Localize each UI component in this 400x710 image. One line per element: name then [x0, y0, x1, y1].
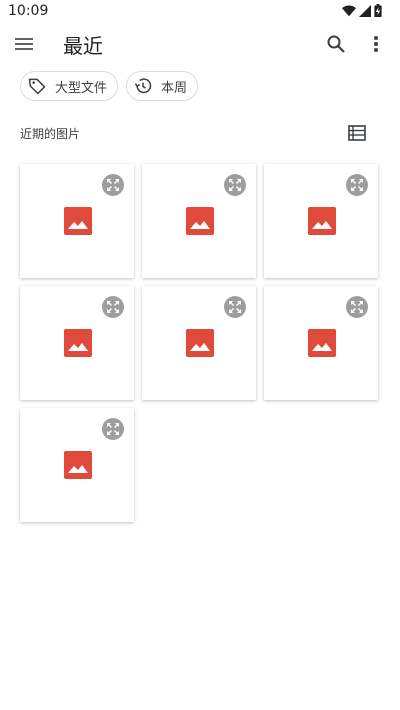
image-icon [186, 207, 214, 235]
image-icon [64, 451, 92, 479]
image-tile[interactable] [20, 286, 134, 400]
status-icons [342, 4, 382, 17]
chip-large-files[interactable]: 大型文件 [20, 71, 119, 101]
expand-icon[interactable] [346, 296, 368, 318]
image-icon [308, 207, 336, 235]
search-icon[interactable] [324, 32, 348, 56]
chip-this-week[interactable]: 本周 [126, 71, 199, 101]
expand-icon[interactable] [224, 174, 246, 196]
section-header: 近期的图片 [20, 120, 380, 144]
expand-icon[interactable] [346, 174, 368, 196]
status-time: 10:09 [8, 3, 49, 19]
image-icon [186, 329, 214, 357]
filter-chips: 大型文件 本周 [20, 71, 199, 101]
image-tile[interactable] [264, 286, 378, 400]
image-tile[interactable] [142, 286, 256, 400]
chip-label: 本周 [161, 80, 188, 96]
more-options-icon[interactable] [364, 32, 388, 56]
image-icon [308, 329, 336, 357]
app-bar: 最近 [0, 24, 400, 64]
image-icon [64, 329, 92, 357]
image-tile[interactable] [20, 408, 134, 522]
label-icon [28, 78, 46, 95]
signal-icon [359, 4, 371, 17]
battery-icon [374, 4, 382, 17]
wifi-icon [342, 4, 356, 16]
image-tile[interactable] [142, 164, 256, 278]
expand-icon[interactable] [102, 296, 124, 318]
page-title: 最近 [63, 34, 103, 58]
expand-icon[interactable] [102, 418, 124, 440]
list-view-icon[interactable] [348, 124, 366, 142]
image-icon [64, 207, 92, 235]
image-tile[interactable] [20, 164, 134, 278]
history-icon [134, 78, 152, 94]
menu-icon[interactable] [12, 32, 36, 56]
expand-icon[interactable] [102, 174, 124, 196]
status-bar: 10:09 [0, 0, 400, 24]
expand-icon[interactable] [224, 296, 246, 318]
image-tile[interactable] [264, 164, 378, 278]
section-title: 近期的图片 [20, 127, 81, 141]
chip-label: 大型文件 [55, 80, 108, 96]
